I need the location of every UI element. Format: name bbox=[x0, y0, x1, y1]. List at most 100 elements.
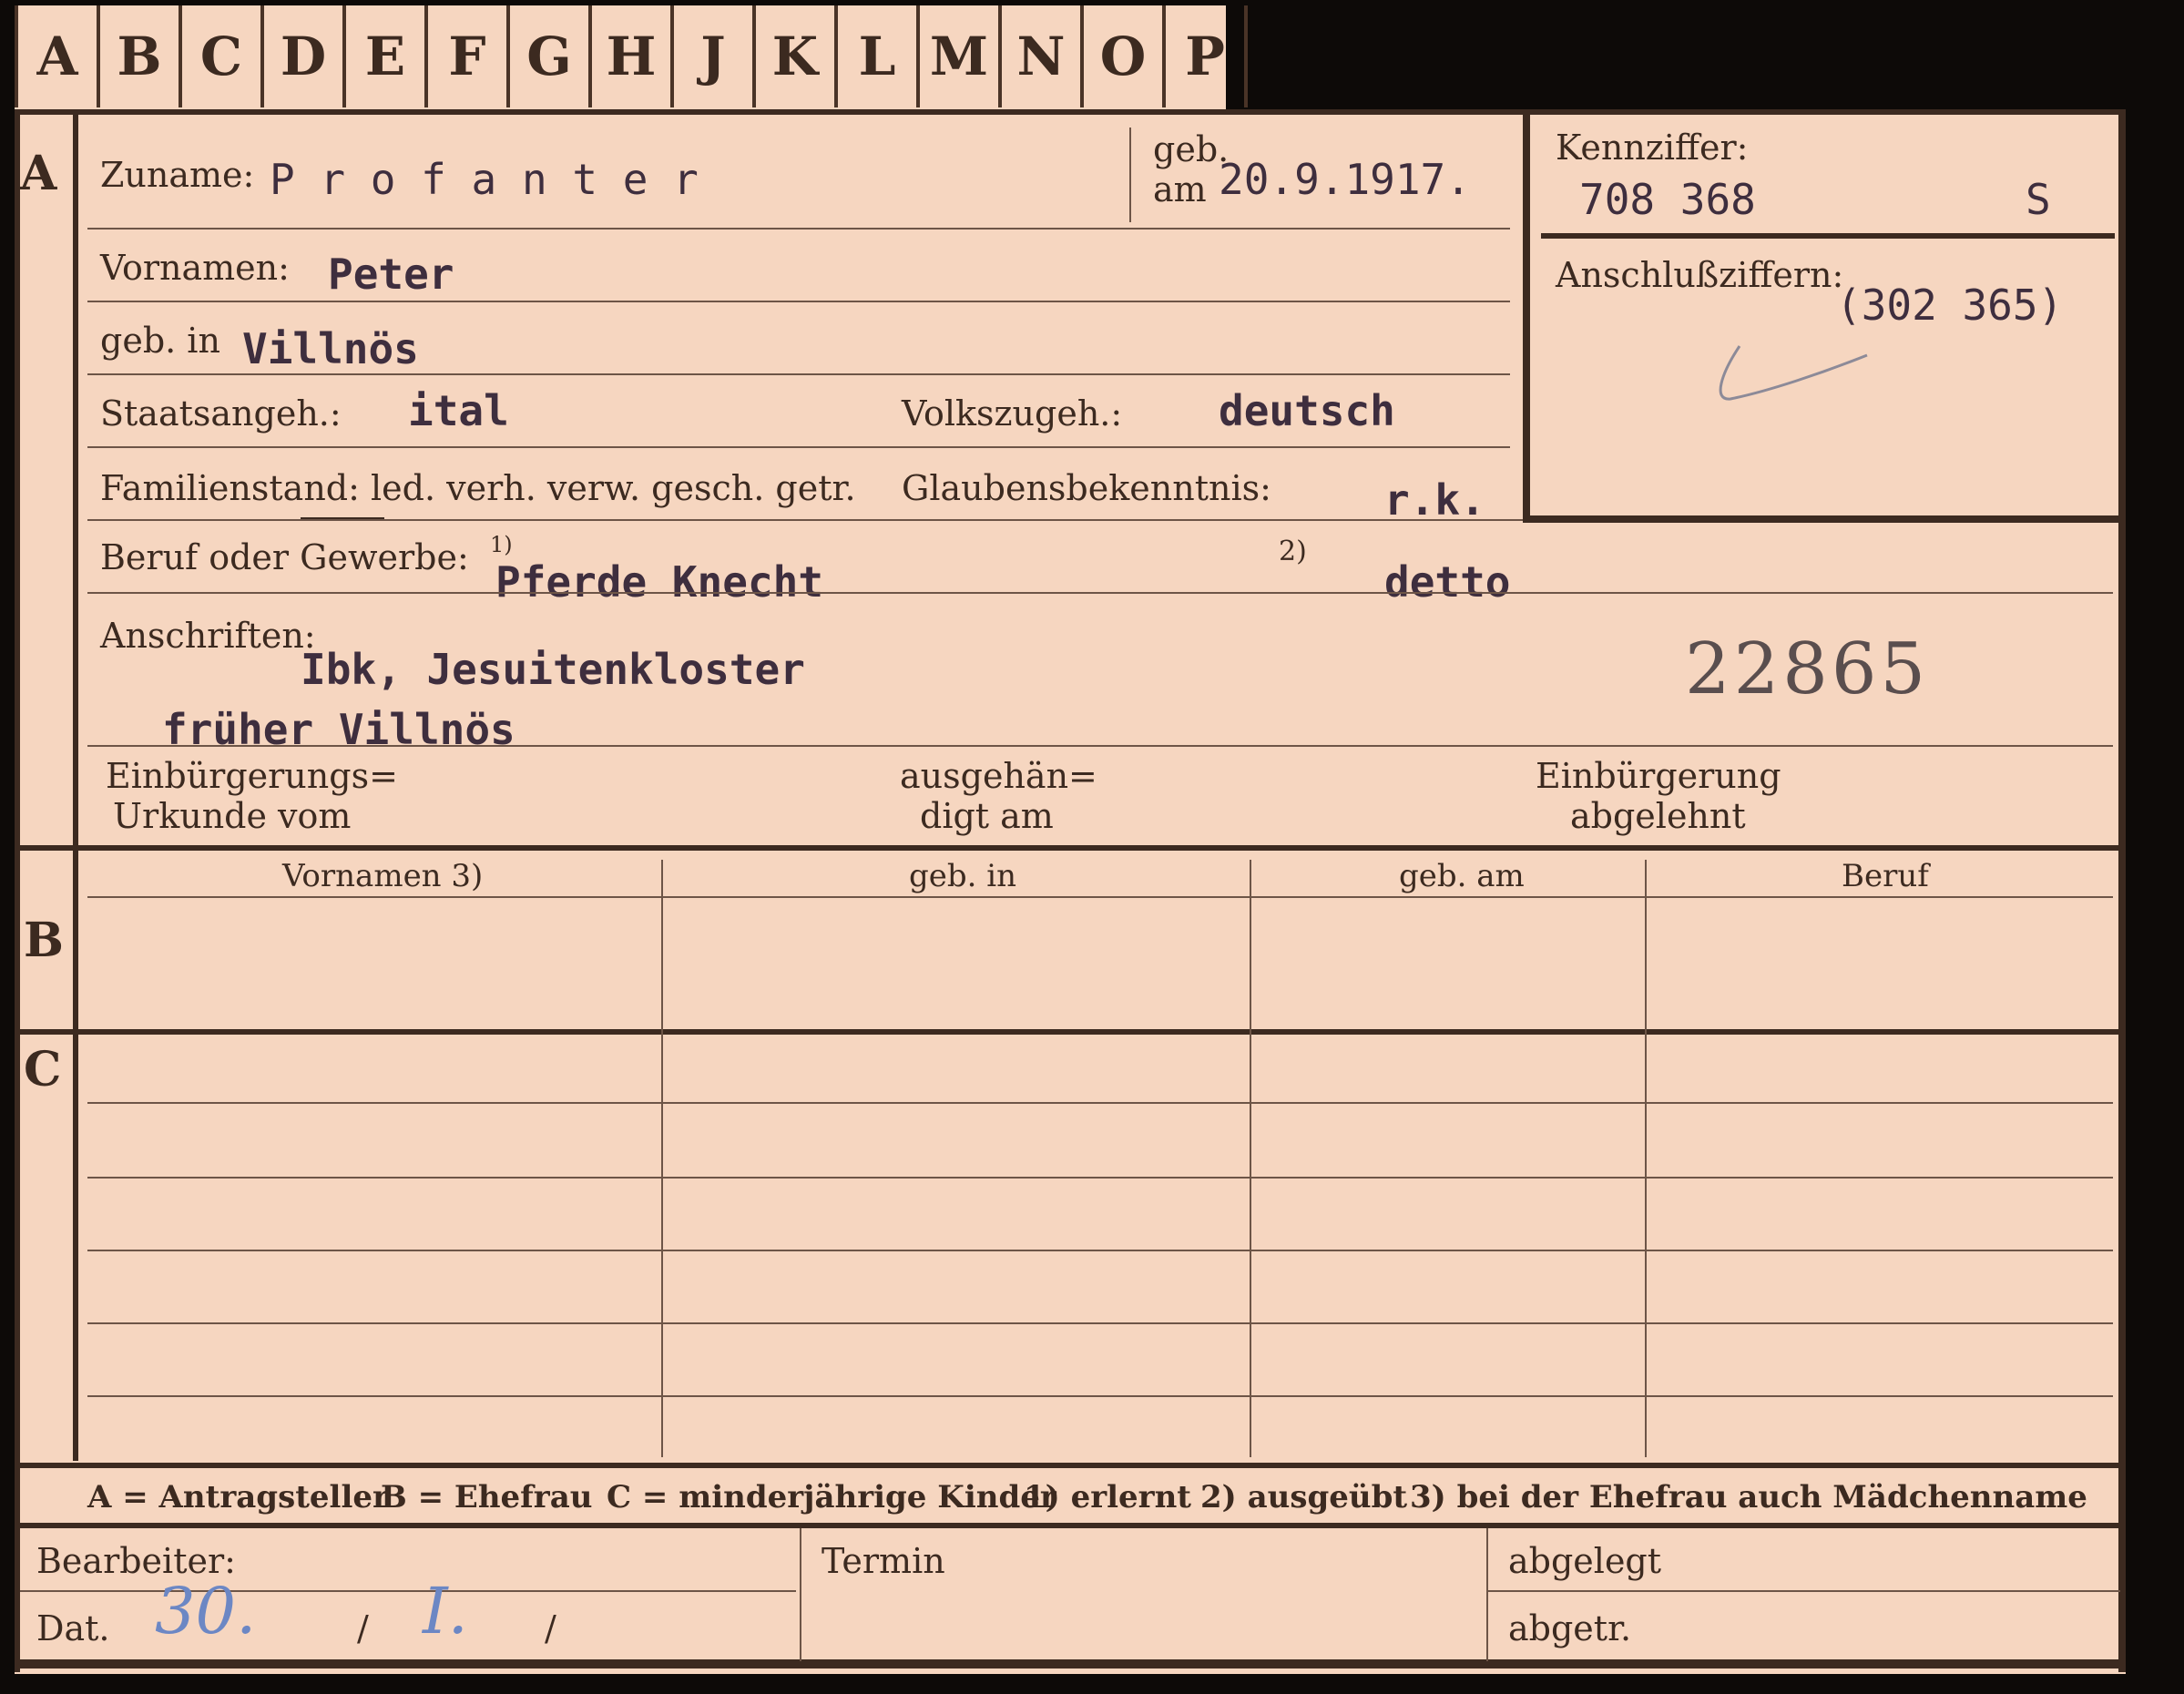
bearbeiter-line bbox=[20, 1590, 796, 1592]
admin-divider-2 bbox=[1486, 1528, 1488, 1661]
row-line-2 bbox=[87, 301, 1510, 302]
section-a-bottom bbox=[15, 845, 2126, 851]
table-col-divider-1 bbox=[661, 860, 663, 1457]
section-column-divider bbox=[73, 113, 78, 1461]
vornamen-value: Peter bbox=[328, 250, 454, 299]
tab-j[interactable]: J bbox=[674, 5, 756, 107]
abgelegt-label: abgelegt bbox=[1508, 1541, 1662, 1581]
einbuergerungs-urkunde-line2: Urkunde vom bbox=[113, 796, 352, 836]
table-c-line-3 bbox=[87, 1250, 2113, 1251]
kennziffer-value: 708 368 bbox=[1579, 175, 1756, 224]
volkszugeh-label: Volkszugeh.: bbox=[902, 393, 1123, 434]
tab-o[interactable]: O bbox=[1084, 5, 1166, 107]
kennziffer-divider bbox=[1541, 233, 2115, 239]
row-line-5 bbox=[87, 519, 1523, 521]
tab-d[interactable]: D bbox=[264, 5, 346, 107]
tab-b[interactable]: B bbox=[100, 5, 182, 107]
row-line-7 bbox=[87, 745, 2113, 747]
alphabet-tabs: ABCDEFGHJKLMNOP bbox=[15, 5, 1248, 113]
tab-e[interactable]: E bbox=[346, 5, 428, 107]
vornamen-label: Vornamen: bbox=[100, 248, 290, 288]
index-card: ABCDEFGHJKLMNOP A Zuname: P r o f a n t … bbox=[0, 0, 2184, 1694]
table-c-line-4 bbox=[87, 1322, 2113, 1324]
legend-b: B = Ehefrau bbox=[381, 1479, 593, 1515]
dat-month-handwritten: I. bbox=[423, 1574, 468, 1648]
left-border bbox=[15, 109, 20, 1672]
pencil-check-mark bbox=[1719, 345, 1868, 401]
einbuergerungs-urkunde-line1: Einbürgerungs= bbox=[106, 756, 398, 796]
legend-c: C = minderjährige Kinder bbox=[607, 1479, 1056, 1515]
table-b-header-line bbox=[87, 896, 2113, 898]
table-c-line-5 bbox=[87, 1395, 2113, 1397]
abgetr-label: abgetr. bbox=[1508, 1608, 1632, 1648]
bottom-border bbox=[15, 1659, 2126, 1668]
glaubens-value: r.k. bbox=[1384, 475, 1485, 525]
col-geb-am: geb. am bbox=[1399, 858, 1525, 894]
volkszugeh-value: deutsch bbox=[1219, 386, 1395, 435]
top-border bbox=[15, 109, 2126, 115]
tab-g[interactable]: G bbox=[510, 5, 592, 107]
ausgehaendigt-line1: ausgehän= bbox=[900, 756, 1097, 796]
tab-h[interactable]: H bbox=[592, 5, 674, 107]
staatsangeh-label: Staatsangeh.: bbox=[100, 393, 342, 434]
kennziffer-box-left bbox=[1523, 113, 1530, 523]
beruf-label: Beruf oder Gewerbe: bbox=[100, 537, 469, 577]
table-col-divider-3 bbox=[1645, 860, 1647, 1457]
dat-day-handwritten: 30. bbox=[155, 1574, 257, 1648]
section-c-bottom bbox=[15, 1463, 2126, 1468]
tab-p[interactable]: P bbox=[1166, 5, 1248, 107]
geb-in-value: Villnös bbox=[242, 324, 419, 373]
geb-in-label: geb. in bbox=[100, 321, 220, 361]
col-geb-in: geb. in bbox=[909, 858, 1017, 894]
right-border bbox=[2118, 109, 2126, 1672]
anschluss-label: Anschlußziffern: bbox=[1556, 255, 1844, 295]
tab-f[interactable]: F bbox=[428, 5, 510, 107]
row-line-3 bbox=[87, 373, 1510, 375]
abgelegt-line bbox=[1488, 1590, 2120, 1592]
row-line-6 bbox=[87, 592, 2113, 594]
admin-divider-1 bbox=[800, 1528, 801, 1661]
dat-separator-2: / bbox=[545, 1608, 556, 1648]
zuname-value: P r o f a n t e r bbox=[270, 155, 699, 204]
section-c-marker: C bbox=[24, 1042, 62, 1097]
kennziffer-box-bottom bbox=[1523, 515, 2122, 523]
familienstand-label: Familienstand: led. verh. verw. gesch. g… bbox=[100, 468, 856, 508]
anschluss-value: (302 365) bbox=[1836, 281, 2064, 330]
tab-a[interactable]: A bbox=[15, 5, 100, 107]
termin-label: Termin bbox=[822, 1541, 945, 1581]
tab-m[interactable]: M bbox=[920, 5, 1002, 107]
geb-am-label-bottom: am bbox=[1153, 169, 1207, 209]
beruf-note-1: 1) bbox=[490, 532, 513, 557]
zuname-divider bbox=[1129, 128, 1131, 222]
table-c-line-1 bbox=[87, 1102, 2113, 1104]
einbuergerung-abgelehnt-line2: abgelehnt bbox=[1570, 796, 1746, 836]
staatsangeh-value: ital bbox=[408, 386, 509, 435]
legend-note-1: 1) erlernt bbox=[1024, 1479, 1192, 1515]
kennziffer-suffix: S bbox=[2026, 175, 2051, 224]
anschriften-line-1: Ibk, Jesuitenkloster bbox=[301, 645, 805, 694]
beruf-value-1: Pferde Knecht bbox=[495, 557, 824, 607]
stamp-number: 22865 bbox=[1685, 628, 1930, 710]
tab-k[interactable]: K bbox=[756, 5, 838, 107]
tab-c[interactable]: C bbox=[182, 5, 264, 107]
section-a-marker: A bbox=[20, 146, 57, 201]
geb-am-value: 20.9.1917. bbox=[1219, 155, 1471, 204]
ausgehaendigt-line2: digt am bbox=[920, 796, 1054, 836]
tab-n[interactable]: N bbox=[1002, 5, 1084, 107]
col-beruf: Beruf bbox=[1842, 858, 1929, 894]
glaubens-label: Glaubensbekenntnis: bbox=[902, 468, 1271, 508]
geb-am-label-top: geb. bbox=[1153, 129, 1230, 169]
legend-a: A = Antragsteller bbox=[87, 1479, 389, 1515]
beruf-value-2: detto bbox=[1384, 557, 1511, 607]
kennziffer-label: Kennziffer: bbox=[1556, 128, 1749, 168]
section-b-marker: B bbox=[24, 913, 64, 968]
tab-l[interactable]: L bbox=[838, 5, 920, 107]
legend-note-2: 2) ausgeübt bbox=[1200, 1479, 1408, 1515]
legend-note-3: 3) bei der Ehefrau auch Mädchenname bbox=[1410, 1479, 2087, 1515]
beruf-note-2: 2) bbox=[1279, 536, 1307, 567]
anschriften-label: Anschriften: bbox=[100, 616, 316, 656]
row-line-1 bbox=[87, 228, 1510, 230]
table-col-divider-2 bbox=[1250, 860, 1251, 1457]
section-b-bottom bbox=[15, 1029, 2126, 1035]
table-c-line-2 bbox=[87, 1177, 2113, 1179]
